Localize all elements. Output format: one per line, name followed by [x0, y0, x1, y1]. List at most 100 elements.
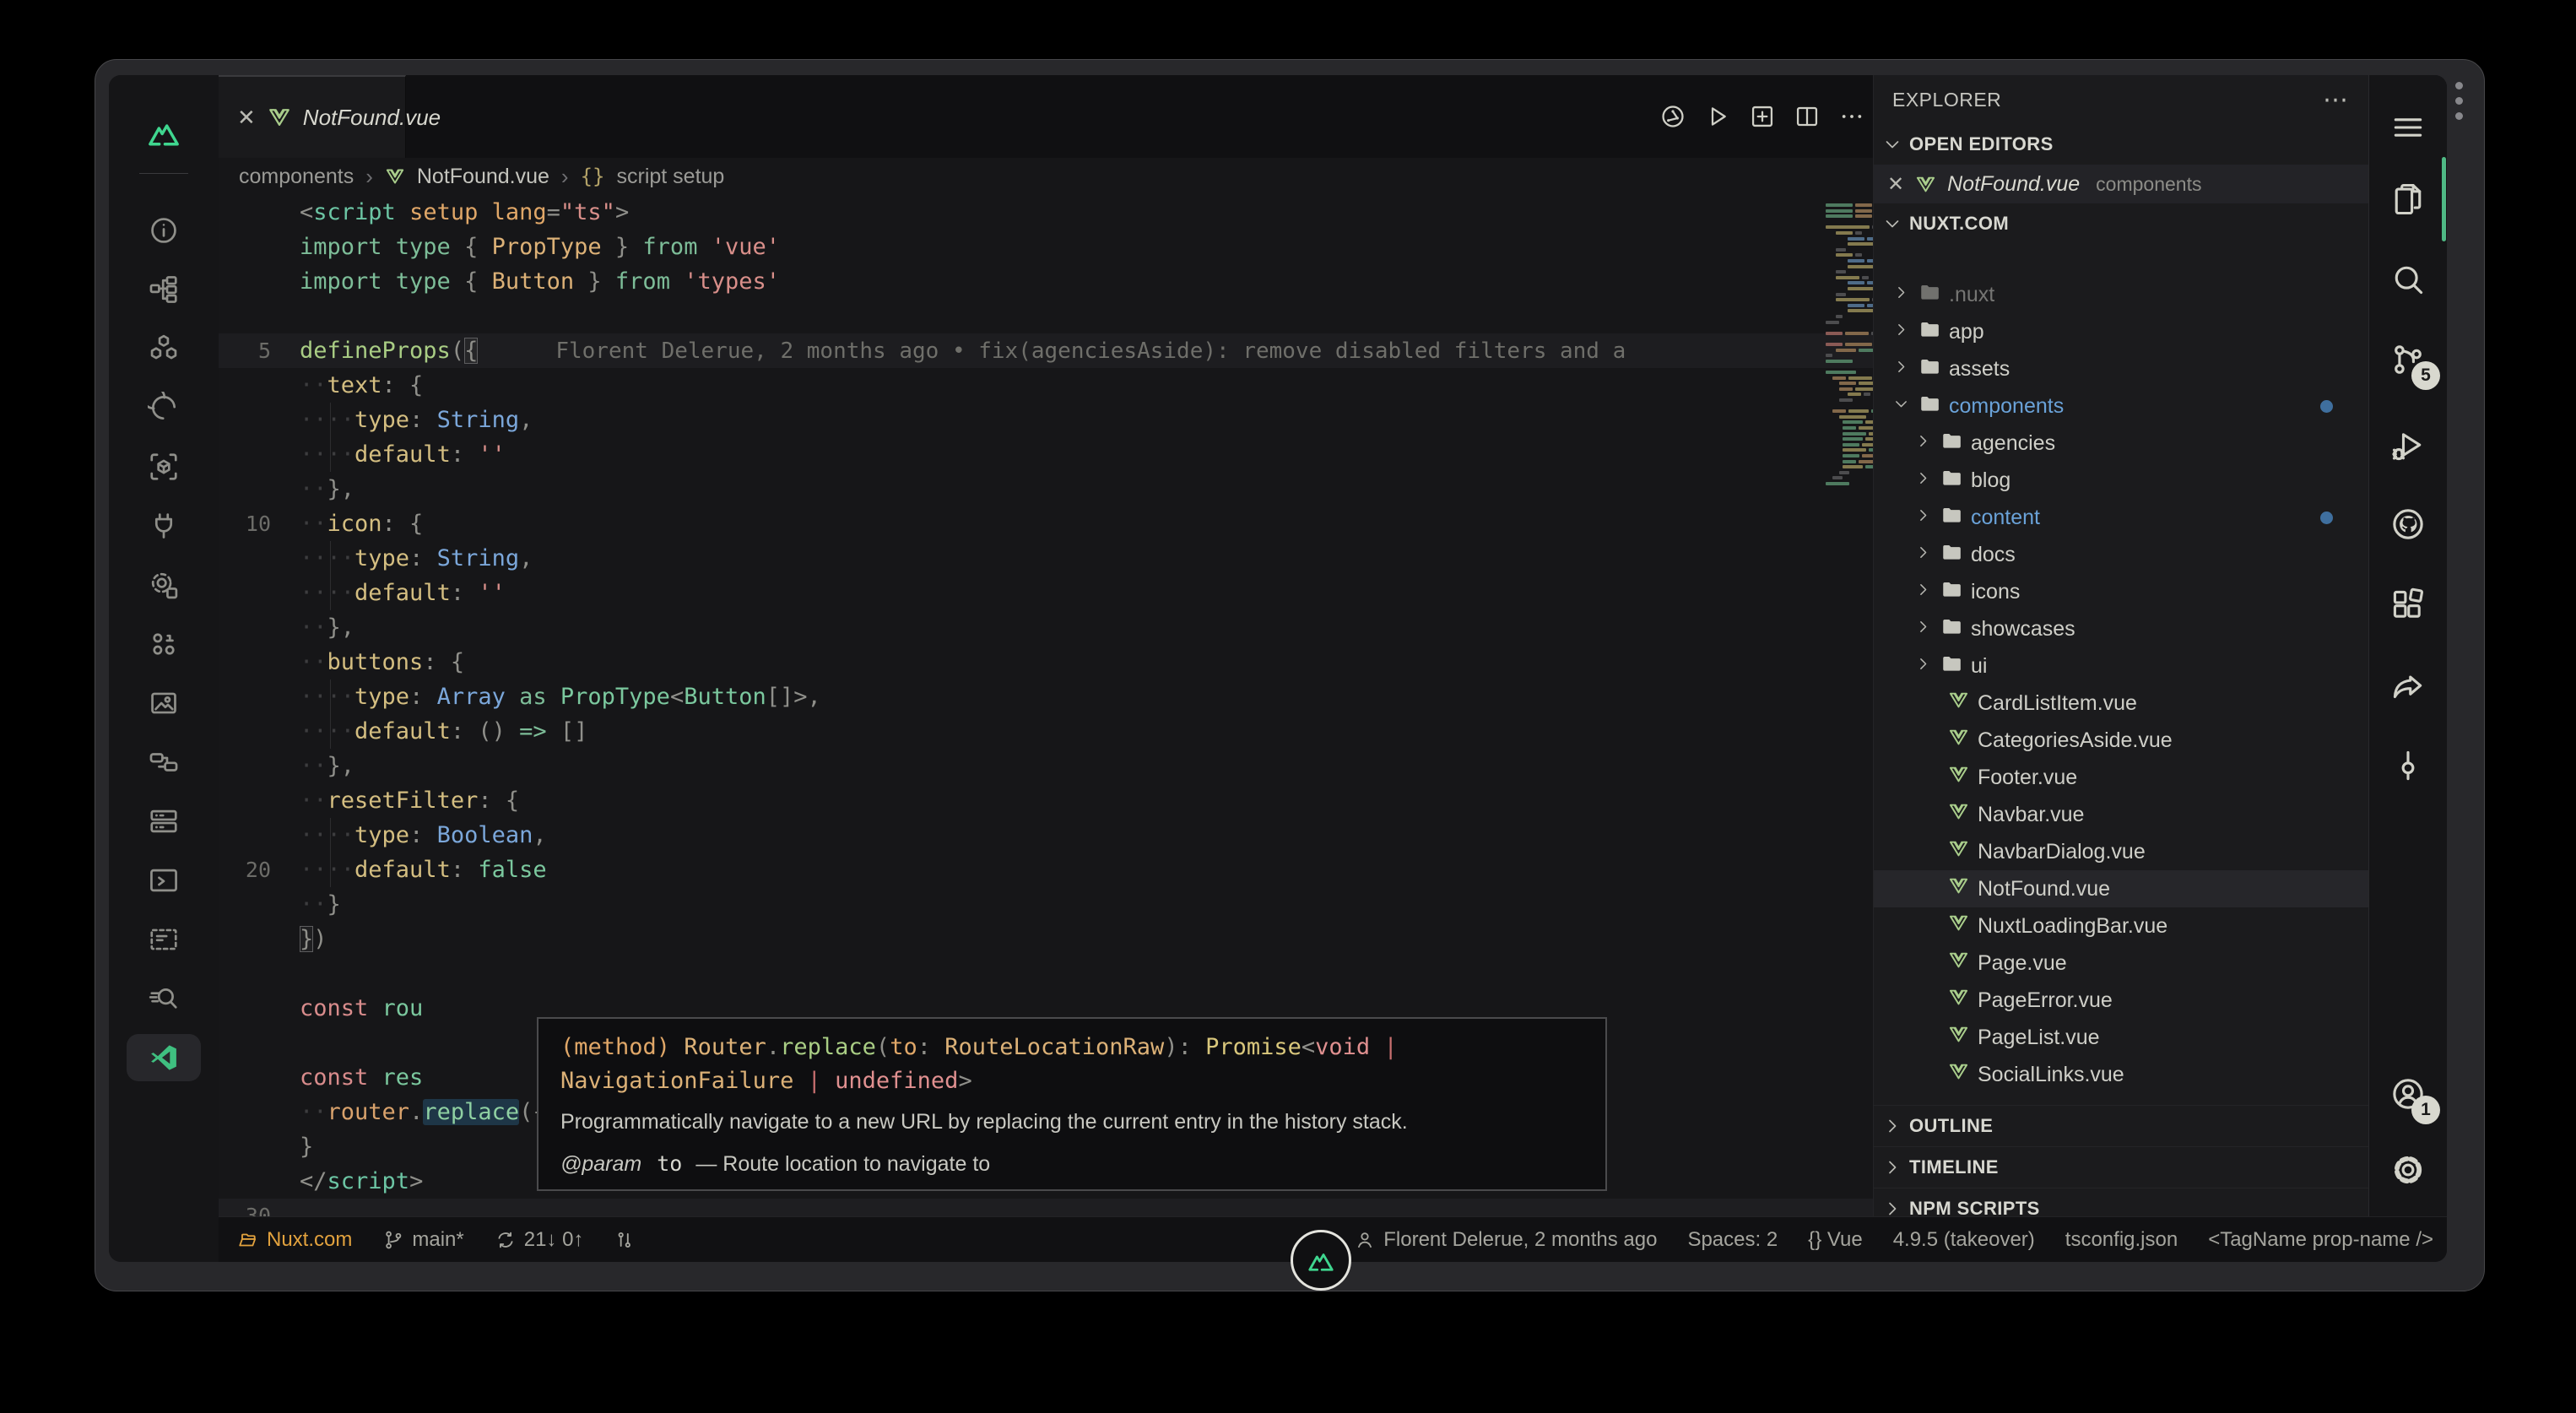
tree-item-CardListItem-vue[interactable]: CardListItem.vue: [1874, 685, 2368, 722]
status-item[interactable]: main*: [382, 1228, 463, 1252]
code-line[interactable]: ····default: () => []: [219, 714, 1873, 749]
tree-item-PageError-vue[interactable]: PageError.vue: [1874, 982, 2368, 1019]
tree-item-assets[interactable]: assets: [1874, 350, 2368, 387]
status-item[interactable]: 4.9.5 (takeover): [1893, 1228, 2035, 1252]
tree-item-icons[interactable]: icons: [1874, 573, 2368, 610]
devtools-tab-open-graph[interactable]: [127, 975, 201, 1022]
plus-sq-button[interactable]: [1743, 97, 1782, 136]
code-line[interactable]: ····default: '': [219, 576, 1873, 610]
devtools-tab-info[interactable]: [127, 207, 201, 254]
breadcrumb[interactable]: components›NotFound.vue›{}script setup: [219, 158, 1873, 195]
tree-item-CategoriesAside-vue[interactable]: CategoriesAside.vue: [1874, 722, 2368, 759]
project-section-header[interactable]: NUXT.COM: [1874, 203, 2368, 244]
code-line[interactable]: 20····default: false: [219, 853, 1873, 887]
code-line[interactable]: import type { Button } from 'types': [219, 264, 1873, 299]
close-icon[interactable]: ✕: [237, 105, 256, 131]
timeline-button[interactable]: [1653, 97, 1692, 136]
nuxt-dock-icon[interactable]: [1291, 1230, 1351, 1291]
section-timeline[interactable]: TIMELINE: [1874, 1146, 2368, 1188]
devtools-tab-composables[interactable]: [127, 384, 201, 431]
status-item[interactable]: <TagName prop-name />: [2208, 1228, 2433, 1252]
code-line[interactable]: 5defineProps({Florent Delerue, 2 months …: [219, 333, 1873, 368]
activity-account-button[interactable]: 1: [2384, 1070, 2432, 1118]
code-line[interactable]: }): [219, 922, 1873, 956]
tree-item-content[interactable]: content: [1874, 499, 2368, 536]
code-line[interactable]: ··},: [219, 472, 1873, 506]
devtools-tab-terminal[interactable]: [127, 857, 201, 904]
tree-item-app[interactable]: app: [1874, 313, 2368, 350]
activity-pin-button[interactable]: [2384, 742, 2432, 789]
activity-git-button[interactable]: 5: [2384, 336, 2432, 383]
code-line[interactable]: ····type: Boolean,: [219, 818, 1873, 853]
devtools-tab-storage[interactable]: [127, 798, 201, 845]
open-editor-item[interactable]: ✕NotFound.vuecomponents: [1874, 165, 2368, 203]
tree-item-Navbar-vue[interactable]: Navbar.vue: [1874, 796, 2368, 833]
code-line[interactable]: ····type: String,: [219, 403, 1873, 437]
code-editor[interactable]: <script setup lang="ts">import type { Pr…: [219, 195, 1873, 1216]
status-item[interactable]: tsconfig.json: [2065, 1228, 2178, 1252]
code-line[interactable]: import type { PropType } from 'vue': [219, 230, 1873, 264]
more-actions-icon[interactable]: ⋯: [2323, 85, 2350, 115]
devtools-tab-pages[interactable]: [127, 266, 201, 313]
code-line[interactable]: ··text: {: [219, 368, 1873, 403]
activity-search-button[interactable]: [2384, 256, 2432, 303]
tree-item-SocialLinks-vue[interactable]: SocialLinks.vue: [1874, 1056, 2368, 1093]
tree-item-ui[interactable]: ui: [1874, 647, 2368, 685]
activity-extensions-button[interactable]: [2384, 582, 2432, 629]
breadcrumb-item[interactable]: script setup: [617, 165, 725, 189]
split-button[interactable]: [1788, 97, 1826, 136]
tree-item-docs[interactable]: docs: [1874, 536, 2368, 573]
status-item[interactable]: {} Vue: [1808, 1228, 1863, 1252]
code-line[interactable]: <script setup lang="ts">: [219, 195, 1873, 230]
tree-item-showcases[interactable]: showcases: [1874, 610, 2368, 647]
devtools-tab-vscode[interactable]: [127, 1034, 201, 1081]
section-outline[interactable]: OUTLINE: [1874, 1105, 2368, 1146]
breadcrumb-item[interactable]: NotFound.vue: [417, 165, 549, 189]
tree-item-Page-vue[interactable]: Page.vue: [1874, 945, 2368, 982]
activity-share-button[interactable]: [2384, 663, 2432, 711]
code-line[interactable]: [219, 956, 1873, 991]
tree-item-agencies[interactable]: agencies: [1874, 425, 2368, 462]
activity-debug-button[interactable]: [2384, 422, 2432, 469]
activity-menu-button[interactable]: [2384, 104, 2432, 151]
devtools-tab-server-routes[interactable]: [127, 739, 201, 786]
tree-item-Footer-vue[interactable]: Footer.vue: [1874, 759, 2368, 796]
code-line[interactable]: ··},: [219, 610, 1873, 645]
code-line[interactable]: [219, 299, 1873, 333]
code-line[interactable]: ··resetFilter: {: [219, 783, 1873, 818]
status-item[interactable]: Nuxt.com: [237, 1228, 352, 1252]
devtools-tab-modules[interactable]: [127, 443, 201, 490]
code-line[interactable]: ··}: [219, 887, 1873, 922]
code-line[interactable]: 10··icon: {: [219, 506, 1873, 541]
tree-item-blog[interactable]: blog: [1874, 462, 2368, 499]
tree-item-components[interactable]: components: [1874, 387, 2368, 425]
tree-item-NuxtLoadingBar-vue[interactable]: NuxtLoadingBar.vue: [1874, 907, 2368, 945]
activity-gear-button[interactable]: [2384, 1146, 2432, 1194]
ellipsis-button[interactable]: [1832, 97, 1871, 136]
status-item[interactable]: 21↓ 0↑: [495, 1228, 584, 1252]
breadcrumb-item[interactable]: components: [239, 165, 354, 189]
tree-item-NotFound-vue[interactable]: NotFound.vue: [1874, 870, 2368, 907]
tree-item--nuxt[interactable]: .nuxt: [1874, 276, 2368, 313]
status-item[interactable]: [614, 1229, 636, 1251]
devtools-tab-runtime-config[interactable]: [127, 561, 201, 609]
devtools-tab-plugins[interactable]: [127, 502, 201, 550]
devtools-tab-components[interactable]: [127, 325, 201, 372]
tab-notfound-vue[interactable]: ✕ NotFound.vue: [219, 75, 406, 158]
code-line[interactable]: ··buttons: {: [219, 645, 1873, 679]
tree-item-NavbarDialog-vue[interactable]: NavbarDialog.vue: [1874, 833, 2368, 870]
close-icon[interactable]: ✕: [1887, 172, 1904, 197]
code-line[interactable]: ····default: '': [219, 437, 1873, 472]
window-drag-dots[interactable]: [2455, 82, 2464, 127]
code-line[interactable]: ··},: [219, 749, 1873, 783]
code-line[interactable]: ····type: Array as PropType<Button[]>,: [219, 679, 1873, 714]
tree-item-PageList-vue[interactable]: PageList.vue: [1874, 1019, 2368, 1056]
devtools-tab-assets[interactable]: [127, 679, 201, 727]
status-item[interactable]: Spaces: 2: [1687, 1228, 1778, 1252]
devtools-tab-virtual-files[interactable]: [127, 916, 201, 963]
code-line[interactable]: ····type: String,: [219, 541, 1873, 576]
status-item[interactable]: Florent Delerue, 2 months ago: [1354, 1228, 1657, 1252]
nuxt-logo-icon[interactable]: [127, 109, 201, 156]
play-button[interactable]: [1698, 97, 1737, 136]
activity-github-button[interactable]: [2384, 501, 2432, 548]
